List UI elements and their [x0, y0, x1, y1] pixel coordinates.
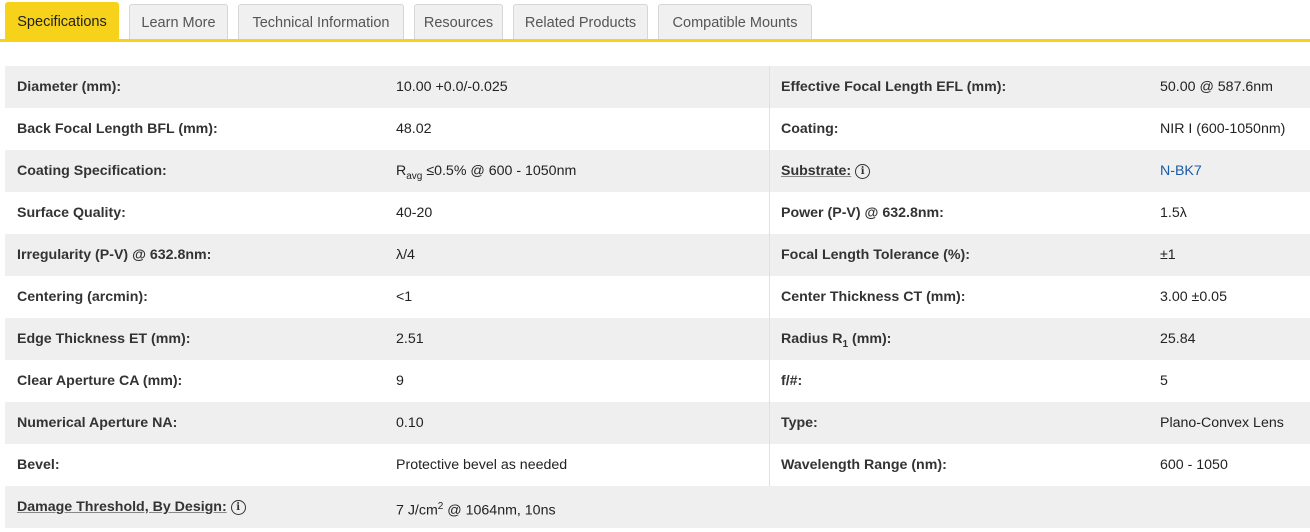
power-value: 1.5λ [1160, 205, 1187, 221]
tab-underline [0, 39, 1310, 42]
coating-spec-label: Coating Specification: [17, 163, 167, 179]
column-divider [769, 318, 770, 360]
tab-learn-more[interactable]: Learn More [129, 4, 228, 40]
coating-value: NIR I (600-1050nm) [1160, 121, 1286, 137]
info-icon[interactable]: i [855, 164, 871, 179]
bevel-value: Protective bevel as needed [396, 457, 568, 473]
substrate-link[interactable]: N-BK7 [1160, 150, 1202, 192]
edge-thickness-label: Edge Thickness ET (mm): [17, 331, 191, 347]
tab-bar: Specifications Learn More Technical Info… [0, 0, 1310, 42]
tab-specifications[interactable]: Specifications [5, 2, 119, 40]
type-label: Type: [781, 415, 818, 431]
coating-spec-rest: ≤0.5% @ 600 - 1050nm [422, 163, 577, 179]
damage-value-pre: 7 J/cm [396, 502, 438, 519]
tab-compatible-mounts[interactable]: Compatible Mounts [658, 4, 812, 40]
diameter-value: 10.00 +0.0/-0.025 [396, 79, 508, 95]
table-row: Diameter (mm): 10.00 +0.0/-0.025 Effecti… [5, 66, 1310, 108]
bfl-value: 48.02 [396, 121, 432, 137]
coating-label: Coating: [781, 121, 839, 137]
coating-spec-value: Ravg ≤0.5% @ 600 - 1050nm [396, 150, 576, 192]
center-thickness-value: 3.00 ±0.05 [1160, 289, 1227, 305]
na-label: Numerical Aperture NA: [17, 415, 178, 431]
table-row: Damage Threshold, By Design: i 7 J/cm2 @ … [5, 486, 1310, 528]
column-divider [769, 234, 770, 276]
irregularity-value: λ/4 [396, 247, 415, 263]
radius-label-pre: Radius R [781, 331, 843, 347]
clear-aperture-value: 9 [396, 373, 404, 389]
f-number-label: f/#: [781, 373, 803, 389]
wavelength-range-value: 600 - 1050 [1160, 457, 1228, 473]
info-icon[interactable]: i [230, 500, 246, 515]
focal-tolerance-value: ±1 [1160, 247, 1176, 263]
irregularity-label: Irregularity (P-V) @ 632.8nm: [17, 247, 212, 263]
column-divider [769, 150, 770, 192]
wavelength-range-label: Wavelength Range (nm): [781, 457, 947, 473]
substrate-label-cell: Substrate: i [781, 150, 871, 192]
tab-related-products[interactable]: Related Products [513, 4, 648, 40]
surface-quality-label: Surface Quality: [17, 205, 126, 221]
column-divider [769, 108, 770, 150]
coating-spec-sub: avg [406, 170, 423, 182]
column-divider [769, 192, 770, 234]
damage-threshold-value: 7 J/cm2 @ 1064nm, 10ns [396, 486, 556, 528]
radius-label: Radius R1 (mm): [781, 318, 891, 360]
radius-value: 25.84 [1160, 331, 1196, 347]
efl-label: Effective Focal Length EFL (mm): [781, 79, 1007, 95]
column-divider [769, 402, 770, 444]
column-divider [769, 66, 770, 108]
centering-label: Centering (arcmin): [17, 289, 148, 305]
specifications-table: Diameter (mm): 10.00 +0.0/-0.025 Effecti… [5, 66, 1310, 528]
radius-label-post: (mm): [848, 331, 892, 347]
tab-resources[interactable]: Resources [414, 4, 503, 40]
clear-aperture-label: Clear Aperture CA (mm): [17, 373, 183, 389]
table-row: Centering (arcmin): <1 Center Thickness … [5, 276, 1310, 318]
type-value: Plano-Convex Lens [1160, 415, 1284, 431]
edge-thickness-value: 2.51 [396, 331, 424, 347]
substrate-label[interactable]: Substrate: [781, 163, 851, 179]
table-row: Clear Aperture CA (mm): 9 f/#: 5 [5, 360, 1310, 402]
damage-value-post: @ 1064nm, 10ns [443, 502, 556, 519]
column-divider [769, 276, 770, 318]
power-label: Power (P-V) @ 632.8nm: [781, 205, 944, 221]
table-row: Coating Specification: Ravg ≤0.5% @ 600 … [5, 150, 1310, 192]
damage-threshold-label[interactable]: Damage Threshold, By Design: [17, 499, 227, 515]
center-thickness-label: Center Thickness CT (mm): [781, 289, 966, 305]
f-number-value: 5 [1160, 373, 1168, 389]
efl-value: 50.00 @ 587.6nm [1160, 79, 1274, 95]
damage-threshold-label-cell: Damage Threshold, By Design: i [17, 486, 246, 528]
column-divider [769, 444, 770, 486]
diameter-label: Diameter (mm): [17, 79, 122, 95]
table-row: Surface Quality: 40-20 Power (P-V) @ 632… [5, 192, 1310, 234]
na-value: 0.10 [396, 415, 424, 431]
bfl-label: Back Focal Length BFL (mm): [17, 121, 218, 137]
table-row: Irregularity (P-V) @ 632.8nm: λ/4 Focal … [5, 234, 1310, 276]
table-row: Edge Thickness ET (mm): 2.51 Radius R1 (… [5, 318, 1310, 360]
table-row: Bevel: Protective bevel as needed Wavele… [5, 444, 1310, 486]
surface-quality-value: 40-20 [396, 205, 433, 221]
coating-spec-r: R [396, 163, 407, 179]
tab-technical-information[interactable]: Technical Information [238, 4, 404, 40]
table-row: Numerical Aperture NA: 0.10 Type: Plano-… [5, 402, 1310, 444]
table-row: Back Focal Length BFL (mm): 48.02 Coatin… [5, 108, 1310, 150]
focal-tolerance-label: Focal Length Tolerance (%): [781, 247, 970, 263]
column-divider [769, 360, 770, 402]
centering-value: <1 [396, 289, 413, 305]
bevel-label: Bevel: [17, 457, 60, 473]
